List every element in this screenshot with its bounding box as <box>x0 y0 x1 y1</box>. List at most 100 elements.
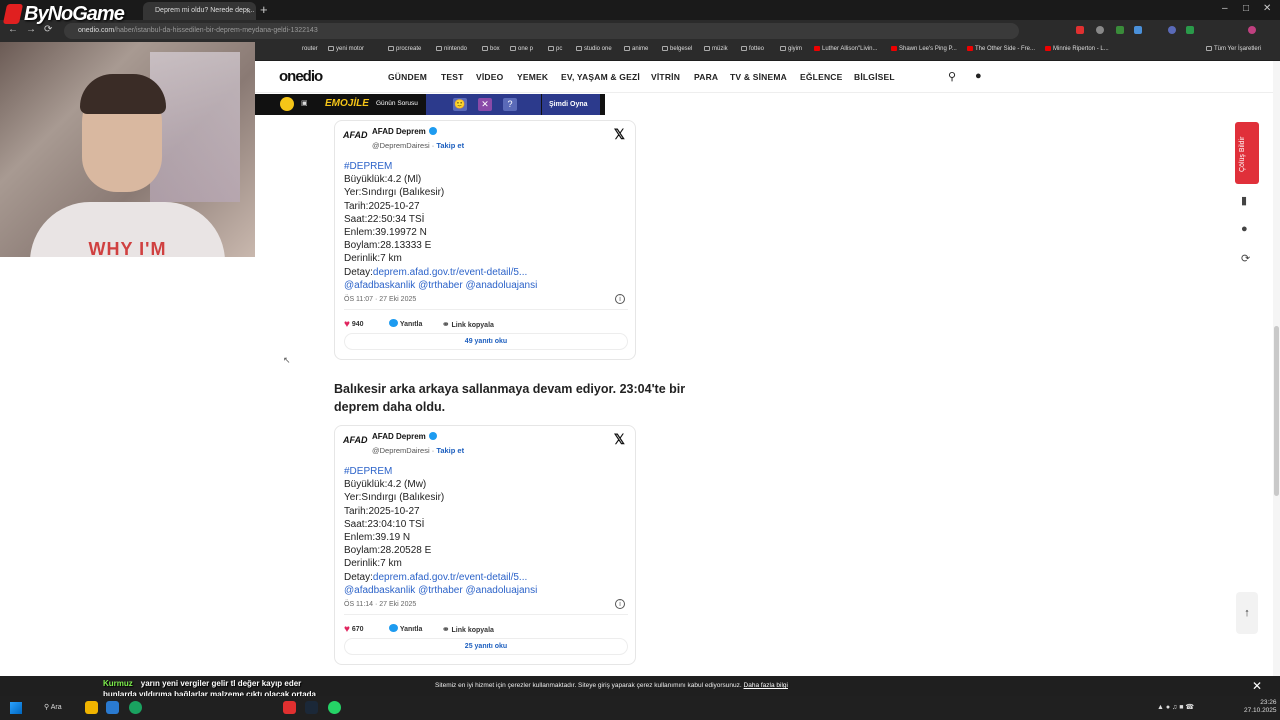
windows-start-icon[interactable] <box>10 702 22 714</box>
tweet-author-name[interactable]: AFAD Deprem <box>372 432 437 441</box>
bookmark-item[interactable]: studio one <box>576 46 612 52</box>
close-window-icon[interactable]: ✕ <box>1263 3 1271 14</box>
scrollbar-thumb[interactable] <box>1274 326 1279 496</box>
tweet-line: Boylam:28.13333 E <box>344 240 432 252</box>
follow-link[interactable]: Takip et <box>436 446 464 455</box>
extension-icon[interactable] <box>1168 26 1176 34</box>
extension-icon[interactable] <box>1134 26 1142 34</box>
scroll-to-top-button[interactable]: ↑ <box>1236 592 1258 634</box>
reply-button[interactable]: Yanıtla <box>389 319 422 328</box>
tweet-timestamp[interactable]: ÖS 11:07 · 27 Eki 2025 <box>344 296 416 303</box>
site-logo[interactable]: onedio <box>279 68 323 85</box>
all-bookmarks[interactable]: Tüm Yer İşaretleri <box>1206 46 1261 52</box>
detail-link[interactable]: deprem.afad.gov.tr/event-detail/5... <box>373 572 527 583</box>
nav-item-vitrin[interactable]: VİTRİN <box>651 72 680 82</box>
profile-icon[interactable] <box>1248 26 1256 34</box>
x-logo-icon[interactable]: 𝕏 <box>614 126 625 143</box>
extension-icon[interactable] <box>1096 26 1104 34</box>
tab-close-icon[interactable]: × <box>246 6 251 16</box>
nav-item-bilgisel[interactable]: BİLGİSEL <box>854 72 895 82</box>
info-icon[interactable]: i <box>615 294 625 304</box>
nav-item-gundem[interactable]: GÜNDEM <box>388 72 427 82</box>
app-icon[interactable] <box>283 701 296 714</box>
avatar[interactable]: AFAD <box>343 435 368 445</box>
whatsapp-icon[interactable] <box>328 701 341 714</box>
heart-icon: ♥ <box>344 624 350 635</box>
bookmark-item[interactable]: router <box>302 46 318 52</box>
url-input[interactable]: onedio.com/haber/istanbul-da-hissedilen-… <box>64 23 1019 39</box>
bookmark-item[interactable]: pc <box>548 46 562 52</box>
extension-icon[interactable] <box>1186 26 1194 34</box>
x-logo-icon[interactable]: 𝕏 <box>614 431 625 448</box>
avatar[interactable]: AFAD <box>343 130 368 140</box>
share-icon[interactable]: ⟳ <box>1241 252 1250 265</box>
nav-item-video[interactable]: VİDEO <box>476 72 503 82</box>
info-icon[interactable]: i <box>615 599 625 609</box>
bookmark-item[interactable]: nintendo <box>436 46 467 52</box>
bookmark-item[interactable]: yeni motor <box>328 46 364 52</box>
like-button[interactable]: ♥ 940 <box>344 319 364 330</box>
reply-button[interactable]: Yanıtla <box>389 624 422 633</box>
copy-link-button[interactable]: ⚭ Link kopyala <box>442 624 494 635</box>
page-scrollbar[interactable] <box>1273 61 1280 676</box>
tweet-embed[interactable]: AFAD AFAD Deprem @DepremDairesi · Takip … <box>334 425 636 665</box>
user-icon[interactable]: ● <box>975 70 982 82</box>
bookmark-icon[interactable]: ▮ <box>1241 194 1247 207</box>
steam-icon[interactable] <box>305 701 318 714</box>
nav-item-ev-yasam[interactable]: EV, YAŞAM & GEZİ <box>561 72 640 82</box>
bookmark-item[interactable]: belgesel <box>662 46 692 52</box>
tweet-line: Boylam:28.20528 E <box>344 545 432 557</box>
read-replies-button[interactable]: 25 yanıtı oku <box>344 638 628 655</box>
extension-icon[interactable] <box>1116 26 1124 34</box>
like-button[interactable]: ♥ 670 <box>344 624 364 635</box>
mention-links[interactable]: @afadbaskanlik @trthaber @anadoluajansi <box>344 584 630 597</box>
heart-icon: ♥ <box>344 319 350 330</box>
report-button[interactable]: Çölüş Bildir <box>1235 122 1259 184</box>
promo-question-label: Günün Sorusu <box>376 100 418 107</box>
tab-active[interactable]: Deprem mi oldu? Nerede depr... × <box>143 2 256 20</box>
bookmark-item[interactable]: Shawn Lee's Ping P... <box>891 46 957 52</box>
bookmark-item[interactable]: procreate <box>388 46 421 52</box>
hashtag-link[interactable]: #DEPREM <box>344 465 630 478</box>
copy-link-button[interactable]: ⚭ Link kopyala <box>442 319 494 330</box>
detail-link[interactable]: deprem.afad.gov.tr/event-detail/5... <box>373 267 527 278</box>
bookmark-item[interactable]: The Other Side - Fre... <box>967 46 1035 52</box>
windows-taskbar: ⚲ Ara ▲ ● ♫ ■ ☎ 23:26 27.10.2025 <box>0 696 1280 720</box>
tweet-author-name[interactable]: AFAD Deprem <box>372 127 437 136</box>
app-icon[interactable] <box>106 701 119 714</box>
new-tab-icon[interactable]: + <box>260 2 268 17</box>
cookie-more-info-link[interactable]: Daha fazla bilgi <box>744 682 788 689</box>
system-tray[interactable]: ▲ ● ♫ ■ ☎ <box>1157 703 1194 711</box>
bookmark-item[interactable]: müzik <box>704 46 728 52</box>
nav-item-yemek[interactable]: YEMEK <box>517 72 548 82</box>
file-explorer-icon[interactable] <box>85 701 98 714</box>
play-now-button[interactable]: Şimdi Oyna <box>542 94 600 115</box>
bookmark-item[interactable]: fotteo <box>741 46 764 52</box>
nav-item-test[interactable]: TEST <box>441 72 464 82</box>
read-replies-button[interactable]: 49 yanıtı oku <box>344 333 628 350</box>
tweet-embed[interactable]: AFAD AFAD Deprem @DepremDairesi · Takip … <box>334 120 636 360</box>
chrome-icon[interactable] <box>129 701 142 714</box>
nav-item-para[interactable]: PARA <box>694 72 718 82</box>
bookmark-item[interactable]: Luther Allison"Livin... <box>814 46 878 52</box>
nav-item-tv-sinema[interactable]: TV & SİNEMA <box>730 72 787 82</box>
mention-links[interactable]: @afadbaskanlik @trthaber @anadoluajansi <box>344 279 630 292</box>
maximize-icon[interactable]: □ <box>1243 3 1249 14</box>
taskbar-search[interactable]: ⚲ Ara <box>44 703 62 711</box>
bookmark-item[interactable]: one p <box>510 46 533 52</box>
close-icon[interactable]: ✕ <box>1252 679 1262 693</box>
bookmark-item[interactable]: box <box>482 46 500 52</box>
follow-link[interactable]: Takip et <box>436 141 464 150</box>
nav-item-eglence[interactable]: EĞLENCE <box>800 72 843 82</box>
bookmark-item[interactable]: giyim <box>780 46 802 52</box>
bookmark-item[interactable]: Minnie Riperton - L... <box>1045 46 1109 52</box>
extension-icon[interactable] <box>1076 26 1084 34</box>
tweet-timestamp[interactable]: ÖS 11:14 · 27 Eki 2025 <box>344 601 416 608</box>
taskbar-clock[interactable]: 23:26 27.10.2025 <box>1244 699 1277 715</box>
minimize-icon[interactable]: – <box>1222 3 1228 14</box>
comments-icon[interactable]: ● <box>1241 223 1248 235</box>
bookmark-item[interactable]: anime <box>624 46 648 52</box>
hashtag-link[interactable]: #DEPREM <box>344 160 630 173</box>
promo-bar[interactable]: ▣ EMOJİLE Günün Sorusu 🙂 ✕ ? Şimdi Oyna <box>255 94 605 115</box>
search-icon[interactable]: ⚲ <box>948 70 956 83</box>
